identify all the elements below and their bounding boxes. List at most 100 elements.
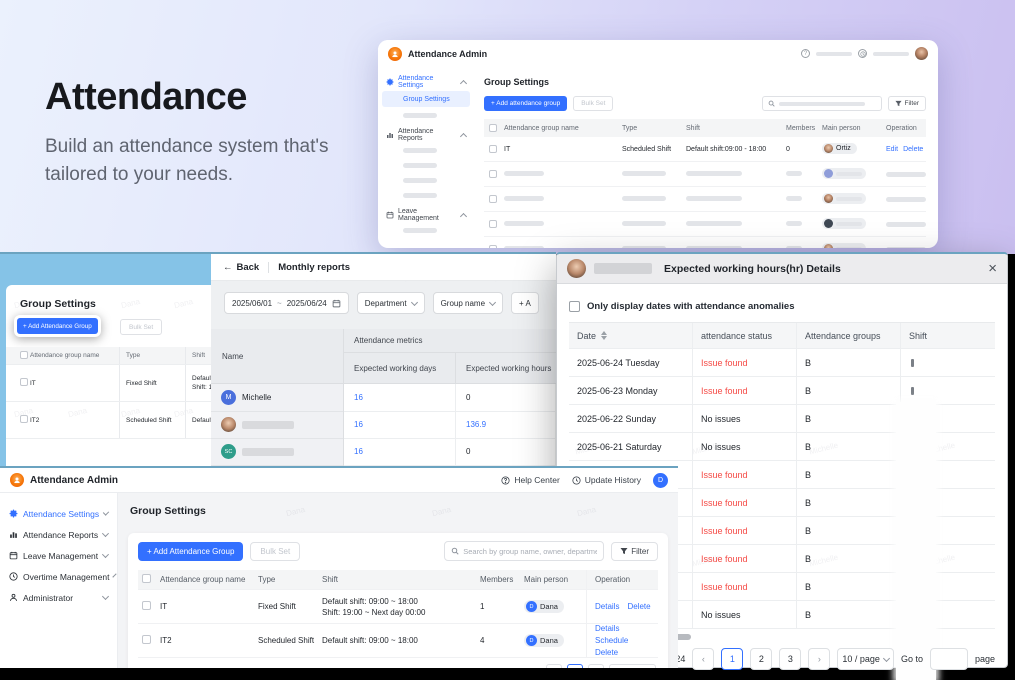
help-center-button[interactable]: Help Center <box>501 475 559 485</box>
group-cell: B <box>797 517 901 544</box>
window-a-sidebar: Attendance Settings Group Settings Atten… <box>378 67 474 248</box>
page-size-dropdown[interactable]: 10 / page <box>837 648 894 670</box>
page-button-3[interactable]: 3 <box>779 648 801 670</box>
employee-cell[interactable] <box>211 412 343 439</box>
prev-page-button[interactable]: ‹ <box>692 648 714 670</box>
select-all-checkbox[interactable] <box>142 574 151 583</box>
hero-title: Attendance <box>45 76 375 119</box>
status-cell: Issue found <box>693 545 797 572</box>
col-name: Attendance group name <box>24 352 119 359</box>
row-checkbox[interactable] <box>489 195 497 203</box>
col-name: Attendance group name <box>160 575 258 584</box>
redacted-name <box>242 448 294 456</box>
table-row[interactable]: IT2 Scheduled Shift Default shift: 09:00… <box>138 624 658 658</box>
group-name-dropdown[interactable]: Group name <box>433 292 503 314</box>
details-link[interactable]: Details <box>595 624 619 633</box>
modal-titlebar: Expected working hours(hr) Details × <box>557 254 1007 284</box>
delete-link[interactable]: Delete <box>595 648 618 657</box>
sidebar-item-attendance-settings[interactable]: Attendance Settings <box>0 503 117 524</box>
row-checkbox[interactable] <box>489 145 497 153</box>
sidebar-item-administrator[interactable]: Administrator <box>0 587 117 608</box>
row-checkbox[interactable] <box>489 220 497 228</box>
user-avatar[interactable]: D <box>653 473 668 488</box>
schedule-link[interactable]: Schedule <box>595 636 628 645</box>
metrics-row: 16 136.9 <box>344 412 556 439</box>
sidebar-item-leave-management[interactable]: Leave Management <box>378 206 474 223</box>
search-input[interactable] <box>463 547 597 556</box>
employee-cell[interactable]: M Michelle <box>211 384 343 411</box>
employee-cell[interactable]: SC <box>211 439 343 466</box>
expected-hours-value[interactable]: 136.9 <box>456 412 556 438</box>
delete-link[interactable]: Delete <box>627 602 650 611</box>
back-button[interactable]: ←Back <box>223 262 259 273</box>
chevron-down-icon <box>489 298 496 305</box>
row-checkbox[interactable] <box>489 170 497 178</box>
filter-button[interactable]: Filter <box>888 96 926 111</box>
edit-link[interactable]: Edit <box>886 146 898 153</box>
group-name: IT2 <box>24 417 119 424</box>
goto-page-input[interactable] <box>930 648 968 670</box>
row-checkbox[interactable] <box>142 601 151 610</box>
page-button-1[interactable]: 1 <box>721 648 743 670</box>
next-page-button[interactable]: › <box>808 648 830 670</box>
update-history-button[interactable]: Update History <box>572 475 641 485</box>
row-checkbox[interactable] <box>142 635 151 644</box>
group-cell: B <box>797 433 901 460</box>
expected-days-value[interactable]: 16 <box>344 412 456 438</box>
expected-days-value[interactable]: 16 <box>344 384 456 410</box>
add-filter-button-partial[interactable]: + A <box>511 292 539 314</box>
sidebar-item-attendance-reports[interactable]: Attendance Reports <box>378 126 474 143</box>
prev-page-button[interactable]: ‹ <box>546 664 562 668</box>
col-shift: Shift <box>322 575 480 584</box>
chevron-down-icon <box>103 509 109 515</box>
group-type: Fixed Shift <box>119 365 185 401</box>
calendar-icon <box>332 299 341 308</box>
page-size-dropdown[interactable]: 10 / page <box>609 664 656 668</box>
page-button-1[interactable]: 1 <box>567 664 583 668</box>
window-attendance-admin-preview: Attendance Admin ? Attendance Settings G… <box>378 40 938 248</box>
group-shift: Default shift:09:00 - 18:00 <box>686 146 786 153</box>
select-all-checkbox[interactable] <box>489 124 497 132</box>
close-icon[interactable]: × <box>988 261 997 276</box>
expected-hours-value[interactable]: 0 <box>456 384 556 410</box>
expected-hours-value[interactable]: 0 <box>456 439 556 465</box>
col-date[interactable]: Date <box>569 323 693 348</box>
page-button-2[interactable]: 2 <box>750 648 772 670</box>
bulk-set-button[interactable]: Bulk Set <box>250 542 300 561</box>
help-icon[interactable]: ? <box>801 49 810 58</box>
details-link[interactable]: Details <box>595 602 619 611</box>
filter-button[interactable]: Filter <box>611 542 658 561</box>
user-avatar[interactable] <box>915 47 928 60</box>
sort-icon[interactable] <box>601 331 607 340</box>
department-dropdown[interactable]: Department <box>357 292 425 314</box>
metrics-row: 16 0 <box>344 384 556 411</box>
table-row[interactable]: IT Fixed Shift Default shift: 09:00 ~ 18… <box>138 590 658 624</box>
next-page-button[interactable]: › <box>588 664 604 668</box>
sidebar-item-group-settings[interactable]: Group Settings <box>382 91 470 107</box>
bulk-set-button[interactable]: Bulk Set <box>573 96 613 111</box>
table-row[interactable]: IT Scheduled Shift Default shift:09:00 -… <box>484 137 926 162</box>
gear-icon <box>9 509 18 518</box>
search-box[interactable] <box>444 541 604 561</box>
sidebar-item-overtime-management[interactable]: Overtime Management <box>0 566 117 587</box>
history-clock-icon[interactable] <box>858 49 867 58</box>
table-row[interactable]: IT2 Scheduled Shift Default shift: 09:00… <box>6 402 211 439</box>
date-range-picker[interactable]: 2025/06/01 ~ 2025/06/24 <box>224 292 349 314</box>
gear-icon <box>386 78 394 86</box>
anomalies-only-checkbox[interactable] <box>569 301 580 312</box>
add-attendance-group-button[interactable]: + Add attendance group <box>484 96 567 111</box>
add-attendance-group-button[interactable]: + Add Attendance Group <box>138 542 243 561</box>
modal-title: Expected working hours(hr) Details <box>664 263 988 275</box>
col-name: Name <box>211 329 343 384</box>
delete-link[interactable]: Delete <box>903 146 923 153</box>
search-box[interactable] <box>762 96 882 111</box>
table-row[interactable]: IT Fixed Shift Default shift: 09:00 ~ 18… <box>6 365 211 402</box>
expected-days-value[interactable]: 16 <box>344 439 456 465</box>
sidebar-item-attendance-reports[interactable]: Attendance Reports <box>0 524 117 545</box>
sidebar-item-leave-management[interactable]: Leave Management <box>0 545 117 566</box>
sidebar-item-attendance-settings[interactable]: Attendance Settings <box>378 73 474 90</box>
bulk-set-button[interactable]: Bulk Set <box>120 319 162 335</box>
add-attendance-group-button[interactable]: + Add Attendance Group <box>17 318 98 334</box>
row-checkbox[interactable] <box>489 245 497 248</box>
date-cell: 2025-06-23 Monday <box>569 377 693 404</box>
